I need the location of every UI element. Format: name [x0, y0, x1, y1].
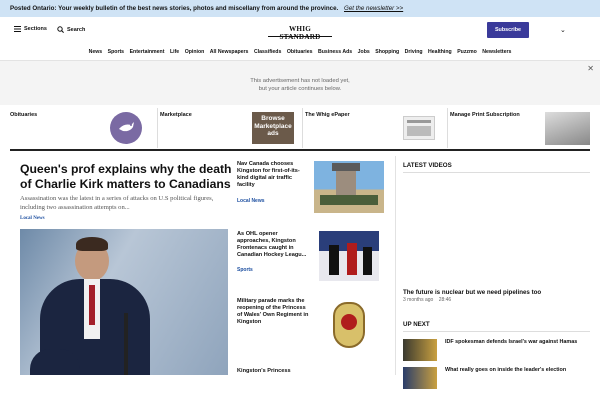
- strip-divider: [302, 108, 303, 148]
- nav-item-newsletters[interactable]: Newsletters: [482, 49, 511, 55]
- video-age: 3 months ago: [403, 297, 434, 303]
- up-next-thumbnail[interactable]: [403, 339, 437, 361]
- up-next-title[interactable]: What really goes on inside the leader's …: [445, 367, 585, 374]
- lead-headline[interactable]: Queen's prof explains why the death of C…: [20, 162, 235, 192]
- story-headline[interactable]: Military parade marks the reopening of t…: [237, 298, 309, 326]
- nav-item-life[interactable]: Life: [170, 49, 179, 55]
- marketplace-thumbnail: Browse Marketplace ads: [252, 112, 294, 144]
- account-icon[interactable]: ⌄: [560, 26, 566, 34]
- story-thumbnail[interactable]: [319, 231, 379, 281]
- story-headline[interactable]: As OHL opener approaches, Kingston Front…: [237, 231, 309, 259]
- newspaper-stack-thumbnail: [545, 112, 590, 145]
- promo-strip: Obituaries Marketplace Browse Marketplac…: [0, 108, 600, 148]
- nav-item-puzzmo[interactable]: Puzzmo: [457, 49, 477, 55]
- sidebar-rule: [403, 331, 590, 332]
- close-icon[interactable]: ✕: [587, 65, 594, 73]
- lead-summary: Assassination was the latest in a series…: [20, 195, 235, 224]
- epaper-thumbnail: [403, 116, 435, 140]
- strip-divider: [157, 108, 158, 148]
- story-card[interactable]: Kingston's Princess: [237, 368, 387, 378]
- search-label: Search: [67, 26, 86, 33]
- up-next-title[interactable]: IDF spokesman defends Israel's war again…: [445, 339, 585, 346]
- promo-print-subscription[interactable]: Manage Print Subscription: [450, 108, 590, 148]
- nav-item-news[interactable]: News: [89, 49, 103, 55]
- sections-button[interactable]: Sections: [14, 26, 47, 32]
- promo-print-label: Manage Print Subscription: [450, 112, 520, 118]
- nav-item-shopping[interactable]: Shopping: [375, 49, 399, 55]
- nav-item-jobs[interactable]: Jobs: [358, 49, 370, 55]
- subscribe-button[interactable]: Subscribe: [487, 22, 529, 38]
- nav-item-entertainment[interactable]: Entertainment: [130, 49, 165, 55]
- lead-summary-text: Assassination was the latest in a series…: [20, 195, 214, 211]
- main-nav: News Sports Entertainment Life Opinion All Ne…: [0, 45, 600, 58]
- story-tag[interactable]: Sports: [237, 267, 253, 273]
- promo-marketplace[interactable]: Marketplace Browse Marketplace ads: [160, 108, 300, 148]
- story-headline[interactable]: Nav Canada chooses Kingston for first-of…: [237, 161, 309, 189]
- video-meta: 3 months ago 28:46: [403, 297, 451, 303]
- banner-text: Your weekly bulletin of the best news st…: [58, 5, 339, 12]
- search-button[interactable]: Search: [57, 26, 85, 33]
- story-card[interactable]: As OHL opener approaches, Kingston Front…: [237, 231, 387, 291]
- story-card[interactable]: Nav Canada chooses Kingston for first-of…: [237, 161, 387, 221]
- regiment-crest-thumbnail[interactable]: [319, 298, 379, 354]
- lead-tag[interactable]: Local News: [20, 215, 235, 224]
- sections-label: Sections: [24, 26, 47, 32]
- up-next-item[interactable]: IDF spokesman defends Israel's war again…: [403, 339, 590, 367]
- strip-divider: [447, 108, 448, 148]
- nav-item-opinion[interactable]: Opinion: [185, 49, 205, 55]
- video-duration: 28:46: [438, 297, 452, 303]
- nav-item-sports[interactable]: Sports: [108, 49, 124, 55]
- nav-item-obituaries[interactable]: Obituaries: [287, 49, 313, 55]
- newsletter-link[interactable]: Get the newsletter >>: [344, 5, 403, 12]
- latest-videos-heading: LATEST VIDEOS: [403, 162, 452, 169]
- search-icon: [57, 26, 64, 33]
- story-headline[interactable]: Kingston's Princess: [237, 368, 309, 375]
- story-thumbnail[interactable]: [314, 161, 384, 213]
- newsletter-banner: Posted Ontario: Your weekly bulletin of …: [0, 0, 600, 17]
- up-next-item[interactable]: What really goes on inside the leader's …: [403, 367, 590, 395]
- site-logo[interactable]: WHIG STANDARD: [268, 25, 332, 41]
- nav-item-driving[interactable]: Driving: [405, 49, 423, 55]
- promo-epaper-label: The Whig ePaper: [305, 112, 350, 118]
- nav-item-classifieds[interactable]: Classifieds: [254, 49, 281, 55]
- advertisement-placeholder: This advertisement has not loaded yet, b…: [0, 60, 600, 105]
- hamburger-icon: [14, 26, 21, 32]
- promo-obituaries-label: Obituaries: [10, 112, 38, 118]
- marketplace-ad-text: Browse Marketplace ads: [254, 115, 292, 137]
- lead-photo[interactable]: [20, 229, 228, 375]
- promo-obituaries[interactable]: Obituaries: [10, 108, 155, 148]
- section-rule: [10, 149, 590, 151]
- promo-marketplace-label: Marketplace: [160, 112, 192, 118]
- up-next-thumbnail[interactable]: [403, 367, 437, 389]
- nav-item-healthing[interactable]: Healthing: [428, 49, 452, 55]
- ad-line-2: but your article continues below.: [258, 86, 342, 92]
- up-next-heading: UP NEXT: [403, 321, 430, 328]
- ad-line-1: This advertisement has not loaded yet,: [250, 78, 350, 84]
- nav-item-all-newspapers[interactable]: All Newspapers: [210, 49, 249, 55]
- column-divider: [395, 156, 396, 375]
- nav-item-business-ads[interactable]: Business Ads: [318, 49, 352, 55]
- story-tag[interactable]: Local News: [237, 198, 265, 204]
- sidebar-rule: [403, 172, 590, 173]
- banner-prefix: Posted Ontario:: [10, 5, 57, 12]
- dove-icon: [110, 112, 142, 144]
- video-title[interactable]: The future is nuclear but we need pipeli…: [403, 289, 590, 296]
- promo-epaper[interactable]: The Whig ePaper: [305, 108, 445, 148]
- story-card[interactable]: Military parade marks the reopening of t…: [237, 298, 387, 358]
